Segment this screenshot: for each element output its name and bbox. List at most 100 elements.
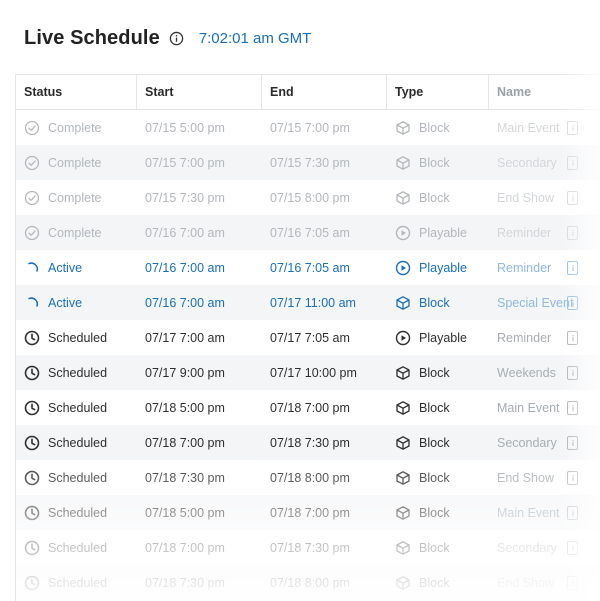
- page-title: Live Schedule: [24, 26, 160, 49]
- table-row[interactable]: Scheduled 07/17 7:00 am 07/17 7:05 am Playa…: [16, 320, 600, 355]
- name-cell: End Show: [489, 190, 600, 205]
- details-icon[interactable]: [567, 505, 578, 520]
- table-row[interactable]: Scheduled 07/18 7:30 pm 07/18 8:00 pm Block…: [16, 460, 600, 495]
- status-cell: Complete: [16, 225, 137, 241]
- status-cell: Scheduled: [16, 330, 137, 346]
- end-cell: 07/18 8:00 pm: [270, 575, 350, 590]
- start-cell: 07/15 5:00 pm: [145, 120, 225, 135]
- info-icon[interactable]: [169, 30, 185, 46]
- end-cell: 07/18 7:00 pm: [270, 505, 350, 520]
- status-cell: Scheduled: [16, 575, 137, 591]
- details-icon[interactable]: [567, 435, 578, 450]
- start-cell: 07/17 7:00 am: [145, 330, 225, 345]
- status-label: Scheduled: [48, 540, 108, 555]
- type-cell: Playable: [387, 225, 489, 241]
- name-cell: Secondary: [489, 435, 600, 450]
- type-cell: Block: [387, 120, 489, 136]
- start-cell: 07/18 5:00 pm: [145, 505, 225, 520]
- start-cell: 07/15 7:00 pm: [145, 155, 225, 170]
- name-cell: Secondary: [489, 540, 600, 555]
- name-cell: Reminder: [489, 260, 600, 275]
- schedule-table: Status Start End Type Name Complete 07/15…: [15, 74, 600, 601]
- details-icon[interactable]: [567, 470, 578, 485]
- table-row[interactable]: Scheduled 07/18 5:00 pm 07/18 7:00 pm Block…: [16, 495, 600, 530]
- start-cell: 07/16 7:00 am: [145, 295, 225, 310]
- type-label: Block: [419, 365, 450, 380]
- start-cell: 07/18 7:30 pm: [145, 575, 225, 590]
- details-icon[interactable]: [567, 155, 578, 170]
- column-header-end[interactable]: End: [262, 75, 387, 109]
- name-label: Special Event: [497, 295, 574, 310]
- name-cell: End Show: [489, 470, 600, 485]
- name-label: End Show: [497, 575, 554, 590]
- name-label: Main Event: [497, 505, 560, 520]
- name-label: Secondary: [497, 435, 557, 450]
- details-icon[interactable]: [567, 400, 578, 415]
- status-label: Complete: [48, 190, 102, 205]
- type-cell: Playable: [387, 260, 489, 276]
- name-label: Main Event: [497, 400, 560, 415]
- clock-icon: [24, 435, 40, 451]
- table-row[interactable]: Active 07/16 7:00 am 07/16 7:05 am Playable…: [16, 250, 600, 285]
- type-label: Block: [419, 505, 450, 520]
- end-cell: 07/17 10:00 pm: [270, 365, 357, 380]
- details-icon[interactable]: [567, 225, 578, 240]
- name-cell: Main Event: [489, 505, 600, 520]
- end-cell: 07/18 7:30 pm: [270, 540, 350, 555]
- column-header-type[interactable]: Type: [387, 75, 489, 109]
- type-label: Playable: [419, 260, 467, 275]
- table-row[interactable]: Scheduled 07/18 7:30 pm 07/18 8:00 pm Block…: [16, 565, 600, 600]
- column-header-name[interactable]: Name: [489, 75, 600, 109]
- end-cell: 07/16 7:05 am: [270, 225, 350, 240]
- details-icon[interactable]: [567, 260, 578, 275]
- start-cell: 07/18 7:00 pm: [145, 435, 225, 450]
- name-label: Secondary: [497, 540, 557, 555]
- end-cell: 07/15 7:30 pm: [270, 155, 350, 170]
- table-row[interactable]: Complete 07/15 5:00 pm 07/15 7:00 pm Block M…: [16, 110, 600, 145]
- table-body: Complete 07/15 5:00 pm 07/15 7:00 pm Block M…: [16, 110, 600, 600]
- status-label: Active: [48, 260, 83, 275]
- name-label: Reminder: [497, 330, 552, 345]
- spinner-icon: [24, 260, 40, 276]
- table-row[interactable]: Scheduled 07/18 7:00 pm 07/18 7:30 pm Block…: [16, 425, 600, 460]
- details-icon[interactable]: [567, 575, 578, 590]
- end-cell: 07/17 11:00 am: [270, 295, 356, 310]
- end-cell: 07/17 7:05 am: [270, 330, 350, 345]
- end-cell: 07/18 7:00 pm: [270, 400, 350, 415]
- details-icon[interactable]: [567, 190, 578, 205]
- table-row[interactable]: Complete 07/16 7:00 am 07/16 7:05 am Playab…: [16, 215, 600, 250]
- table-row[interactable]: Complete 07/15 7:00 pm 07/15 7:30 pm Block S…: [16, 145, 600, 180]
- status-cell: Scheduled: [16, 435, 137, 451]
- status-cell: Scheduled: [16, 470, 137, 486]
- status-label: Complete: [48, 120, 102, 135]
- name-label: Reminder: [497, 225, 552, 240]
- type-label: Block: [419, 190, 450, 205]
- details-icon[interactable]: [567, 295, 578, 310]
- table-row[interactable]: Scheduled 07/17 9:00 pm 07/17 10:00 pm Bloc…: [16, 355, 600, 390]
- details-icon[interactable]: [567, 365, 578, 380]
- table-row[interactable]: Scheduled 07/18 7:00 pm 07/18 7:30 pm Block…: [16, 530, 600, 565]
- status-label: Scheduled: [48, 435, 108, 450]
- table-row[interactable]: Active 07/16 7:00 am 07/17 11:00 am Block Sp…: [16, 285, 600, 320]
- name-cell: End Show: [489, 575, 600, 590]
- status-label: Scheduled: [48, 505, 108, 520]
- name-label: End Show: [497, 470, 554, 485]
- name-cell: Weekends: [489, 365, 600, 380]
- details-icon[interactable]: [567, 540, 578, 555]
- table-row[interactable]: Complete 07/15 7:30 pm 07/15 8:00 pm Block E…: [16, 180, 600, 215]
- status-label: Scheduled: [48, 470, 108, 485]
- play-circle-icon: [395, 225, 411, 241]
- cube-icon: [395, 470, 411, 486]
- type-cell: Block: [387, 575, 489, 591]
- details-icon[interactable]: [567, 120, 578, 135]
- column-header-status[interactable]: Status: [16, 75, 137, 109]
- end-cell: 07/18 7:30 pm: [270, 435, 350, 450]
- details-icon[interactable]: [567, 330, 578, 345]
- status-label: Scheduled: [48, 365, 108, 380]
- column-header-start[interactable]: Start: [137, 75, 262, 109]
- table-row[interactable]: Scheduled 07/18 5:00 pm 07/18 7:00 pm Block…: [16, 390, 600, 425]
- type-cell: Playable: [387, 330, 489, 346]
- check-circle-icon: [24, 190, 40, 206]
- type-cell: Block: [387, 540, 489, 556]
- end-cell: 07/15 7:00 pm: [270, 120, 350, 135]
